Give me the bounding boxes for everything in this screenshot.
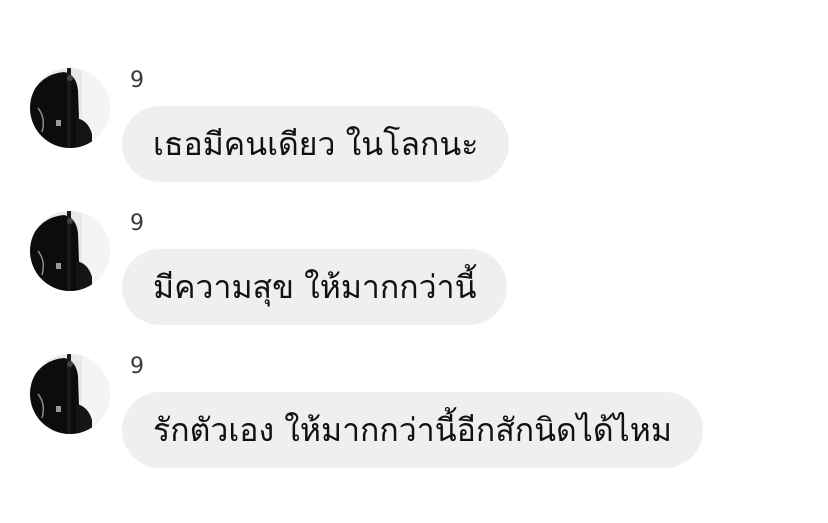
message-bubble[interactable]: รักตัวเอง ให้มากกว่านี้อีกสักนิดได้ไหม — [122, 392, 703, 468]
message-bubble[interactable]: มีความสุข ให้มากกว่านี้ — [122, 249, 508, 325]
avatar-image — [30, 211, 110, 291]
message-row: 9 รักตัวเอง ให้มากกว่านี้อีกสักนิดได้ไหม — [0, 350, 828, 470]
message-text: เธอมีคนเดียว ในโลกนะ — [153, 125, 479, 163]
message-thread: 9 เธอมีคนเดียว ในโลกนะ 9 มีความสุข ให้มา… — [0, 0, 828, 523]
avatar[interactable] — [30, 68, 110, 148]
sender-name: 9 — [130, 68, 144, 93]
avatar-image — [30, 354, 110, 434]
message-bubble[interactable]: เธอมีคนเดียว ในโลกนะ — [122, 106, 510, 182]
avatar[interactable] — [30, 354, 110, 434]
avatar[interactable] — [30, 211, 110, 291]
message-row: 9 เธอมีคนเดียว ในโลกนะ — [0, 64, 828, 184]
message-text: มีความสุข ให้มากกว่านี้ — [153, 268, 477, 306]
message-row: 9 มีความสุข ให้มากกว่านี้ — [0, 207, 828, 327]
sender-name: 9 — [130, 354, 144, 379]
avatar-image — [30, 68, 110, 148]
sender-name: 9 — [130, 211, 144, 236]
message-text: รักตัวเอง ให้มากกว่านี้อีกสักนิดได้ไหม — [153, 411, 672, 449]
